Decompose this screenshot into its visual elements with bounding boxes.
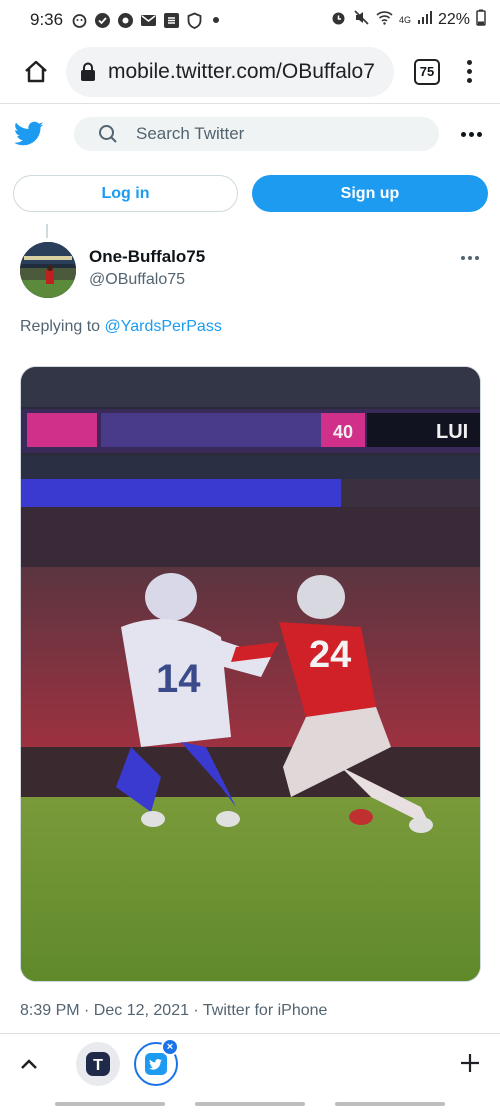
search-icon — [99, 125, 117, 143]
tab-thumbnail-1[interactable]: T — [76, 1042, 120, 1086]
avatar[interactable] — [20, 242, 76, 298]
browser-bottom-bar: T × — [0, 1034, 500, 1096]
replying-to-link[interactable]: @YardsPerPass — [105, 318, 222, 335]
jersey-left: 14 — [156, 657, 201, 701]
svg-text:T: T — [93, 1057, 103, 1074]
more-options-button[interactable] — [461, 131, 482, 137]
check-icon — [94, 12, 111, 29]
twitter-header — [0, 104, 500, 164]
notification-icon — [71, 12, 88, 29]
battery-level: 22% — [437, 11, 470, 28]
shield-icon — [186, 12, 203, 29]
mute-icon — [353, 9, 370, 31]
search-box[interactable] — [74, 117, 439, 151]
status-bar: 9:36 4G 22% — [0, 0, 500, 40]
replying-to: Replying to @YardsPerPass — [20, 318, 222, 336]
alarm-icon — [330, 9, 347, 31]
display-name[interactable]: One-Buffalo75 — [89, 247, 205, 267]
home-button[interactable] — [18, 54, 54, 90]
dot-icon — [213, 17, 220, 23]
status-right: 4G 22% — [330, 9, 486, 31]
tweet-more-button[interactable] — [461, 256, 479, 260]
jersey-right: 24 — [309, 634, 351, 676]
eye-icon — [117, 12, 134, 29]
twitter-tab-icon — [145, 1053, 167, 1075]
url-text: mobile.twitter.com/OBuffalo7 — [108, 59, 375, 83]
signal-icon — [417, 10, 432, 30]
scoreboard-text: LUI — [436, 421, 468, 443]
close-tab-button[interactable]: × — [161, 1038, 179, 1056]
thread-line — [46, 224, 48, 238]
status-time: 9:36 — [30, 10, 64, 29]
login-button[interactable]: Log in — [13, 175, 238, 212]
browser-toolbar: mobile.twitter.com/OBuffalo7 75 — [0, 40, 500, 104]
replying-prefix: Replying to — [20, 318, 101, 335]
signup-button[interactable]: Sign up — [252, 175, 488, 212]
wifi-icon — [376, 9, 393, 31]
address-bar[interactable]: mobile.twitter.com/OBuffalo7 — [66, 46, 394, 97]
lock-icon — [81, 62, 95, 81]
new-tab-icon[interactable] — [458, 1051, 482, 1075]
search-input[interactable] — [136, 124, 396, 144]
scoreboard-number: 40 — [333, 422, 353, 442]
user-handle[interactable]: @OBuffalo75 — [89, 271, 185, 289]
chevron-up-icon[interactable] — [18, 1054, 40, 1076]
notification-icons — [71, 12, 220, 29]
tweet-timestamp[interactable]: 8:39 PM · Dec 12, 2021 · Twitter for iPh… — [20, 1002, 327, 1020]
app-icon — [163, 12, 180, 29]
battery-icon — [476, 9, 486, 31]
browser-menu-button[interactable] — [464, 60, 474, 83]
mail-icon — [140, 12, 157, 29]
app-tab-icon: T — [86, 1052, 110, 1076]
auth-buttons: Log in Sign up — [13, 175, 488, 213]
twitter-logo-icon[interactable] — [14, 121, 44, 147]
gesture-bar — [0, 1096, 500, 1112]
tweet-media-photo[interactable]: 40 LUI 14 24 — [20, 366, 481, 982]
tab-switcher-button[interactable]: 75 — [414, 58, 440, 85]
network-label: 4G — [398, 15, 411, 25]
home-icon — [25, 60, 47, 82]
